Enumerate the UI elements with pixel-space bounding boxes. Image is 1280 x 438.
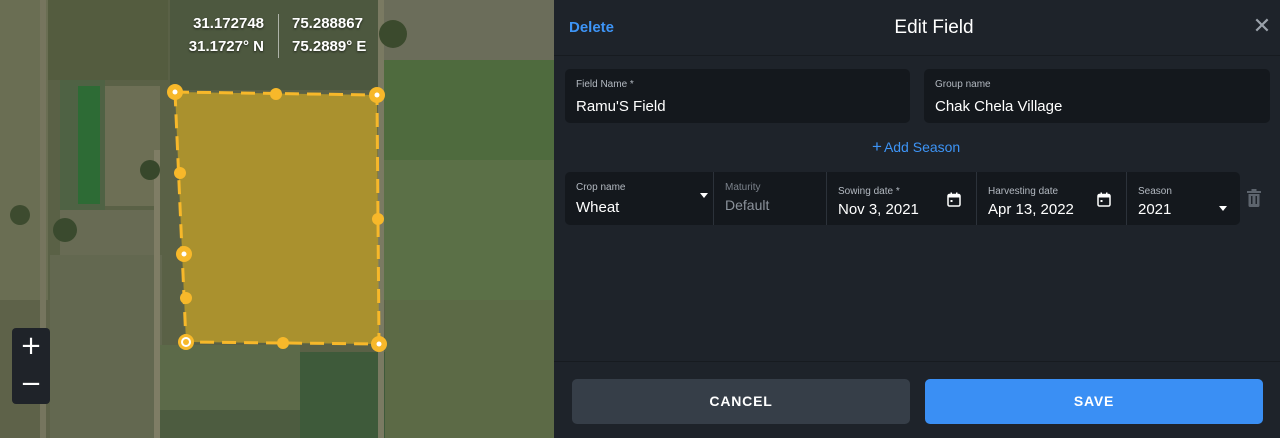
season-row: Crop name Wheat Maturity Default Sowing … [565, 172, 1240, 225]
trash-icon[interactable] [1247, 189, 1261, 207]
map-view[interactable]: 31.172748 31.1727° N 75.288867 75.2889° … [0, 0, 554, 438]
satellite-map [0, 0, 554, 438]
harvesting-date-label: Harvesting date [988, 186, 1059, 197]
coords-divider [278, 14, 279, 58]
panel-footer: CANCEL SAVE [554, 361, 1280, 438]
harvesting-date-value[interactable]: Apr 13, 2022 [988, 201, 1074, 218]
maturity-label: Maturity [725, 182, 761, 193]
crop-name-select[interactable]: Crop name Wheat [565, 172, 714, 225]
edit-field-panel: Delete Edit Field ✕ Field Name * Ramu'S … [554, 0, 1280, 438]
field-name-value[interactable]: Ramu'S Field [576, 98, 666, 115]
latitude-readout: 31.172748 31.1727° N [172, 12, 264, 58]
zoom-out-button[interactable]: − [12, 366, 50, 404]
crop-name-value[interactable]: Wheat [576, 199, 619, 216]
season-value[interactable]: 2021 [1138, 201, 1171, 218]
calendar-icon[interactable] [1097, 192, 1111, 207]
season-select[interactable]: Season 2021 [1127, 172, 1240, 225]
add-season-button[interactable]: + Add Season [872, 137, 960, 157]
save-button[interactable]: SAVE [925, 379, 1263, 424]
cancel-button[interactable]: CANCEL [572, 379, 910, 424]
latitude-dms: 31.1727° N [188, 38, 264, 55]
latitude-decimal: 31.172748 [193, 15, 264, 32]
calendar-icon[interactable] [947, 192, 961, 207]
close-icon[interactable]: ✕ [1252, 14, 1272, 40]
coordinate-readout: 31.172748 31.1727° N 75.288867 75.2889° … [172, 12, 390, 60]
group-name-input[interactable]: Group name Chak Chela Village [924, 69, 1270, 123]
panel-title: Edit Field [894, 17, 974, 38]
sowing-date-field[interactable]: Sowing date * Nov 3, 2021 [827, 172, 977, 225]
maturity-field[interactable]: Maturity Default [714, 172, 827, 225]
chevron-down-icon[interactable] [700, 193, 708, 198]
harvesting-date-field[interactable]: Harvesting date Apr 13, 2022 [977, 172, 1127, 225]
zoom-in-button[interactable]: + [12, 328, 50, 366]
zoom-control: + − [12, 328, 50, 404]
sowing-date-value[interactable]: Nov 3, 2021 [838, 201, 919, 218]
plus-icon: + [872, 137, 882, 156]
field-name-label: Field Name * [576, 79, 634, 90]
longitude-decimal: 75.288867 [292, 15, 363, 32]
chevron-down-icon[interactable] [1219, 206, 1227, 211]
group-name-value[interactable]: Chak Chela Village [935, 98, 1062, 115]
crop-name-label: Crop name [576, 182, 626, 193]
season-label: Season [1138, 186, 1172, 197]
longitude-dms: 75.2889° E [292, 38, 367, 55]
panel-header: Delete Edit Field ✕ [554, 0, 1280, 56]
add-season-label: Add Season [883, 139, 961, 155]
sowing-date-label: Sowing date * [838, 186, 900, 197]
longitude-readout: 75.288867 75.2889° E [292, 12, 392, 58]
maturity-value[interactable]: Default [725, 197, 769, 213]
group-name-label: Group name [935, 79, 991, 90]
field-name-input[interactable]: Field Name * Ramu'S Field [565, 69, 910, 123]
